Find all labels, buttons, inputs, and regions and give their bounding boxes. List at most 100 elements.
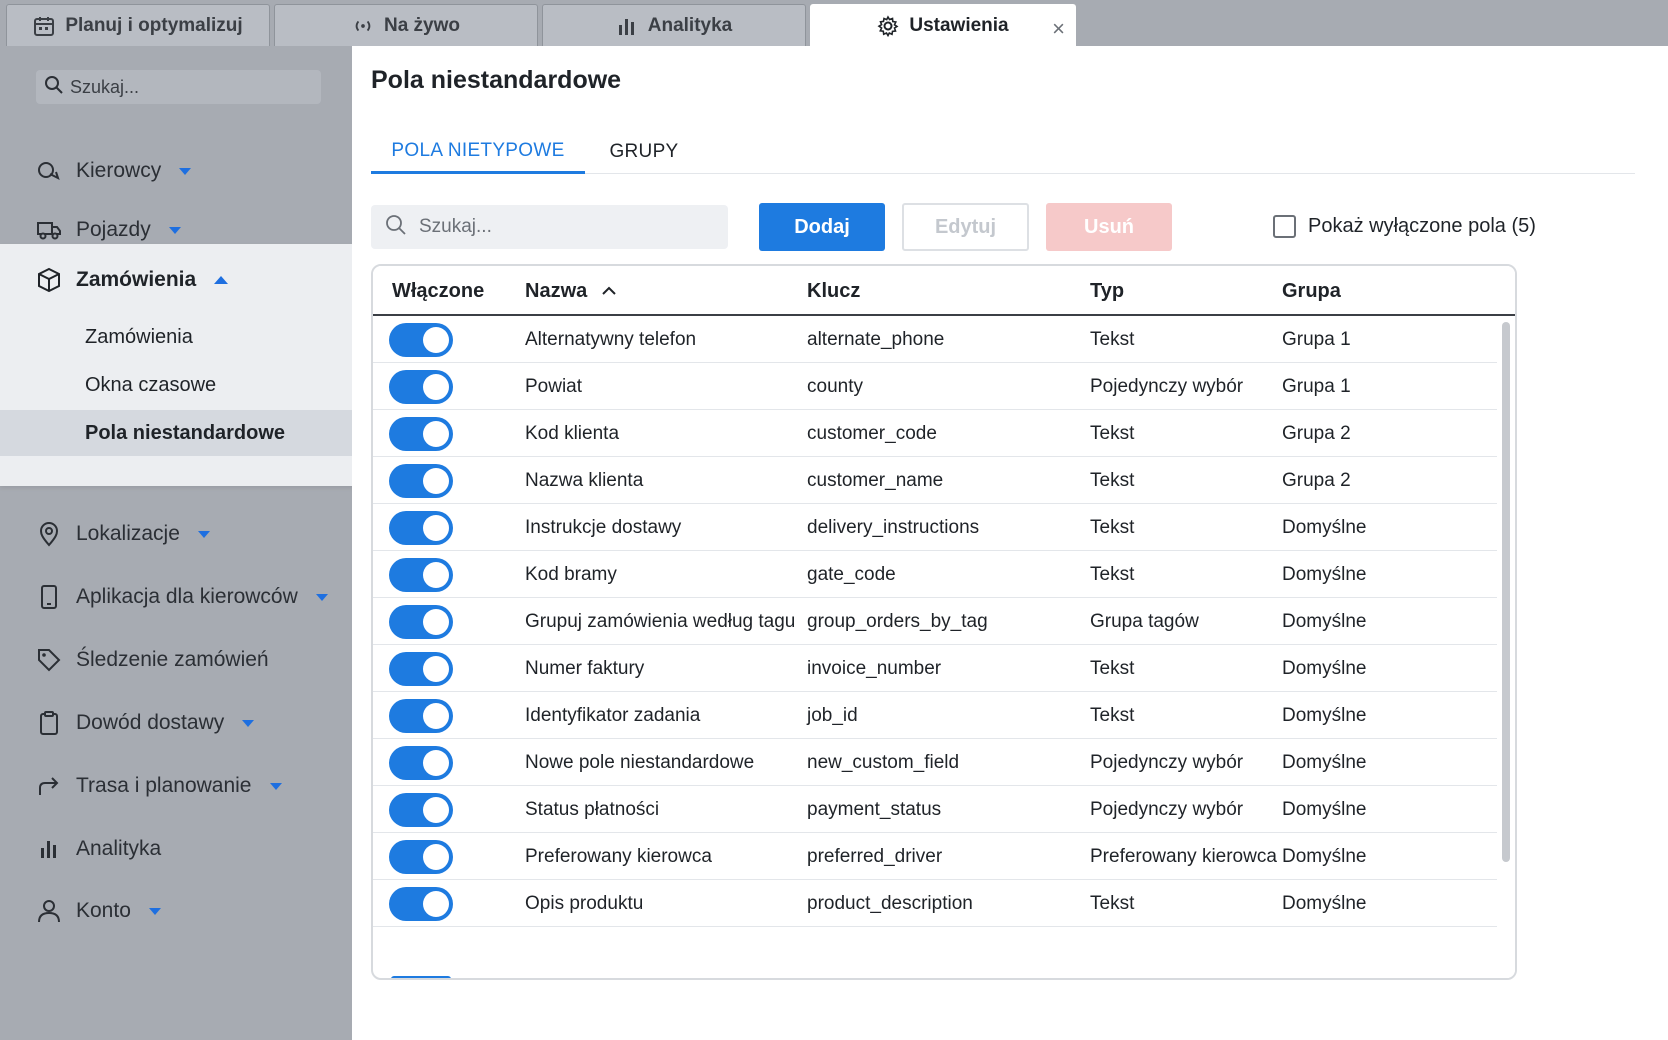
sidebar-item-label: Pojazdy bbox=[76, 218, 151, 241]
sort-ascending-icon[interactable] bbox=[601, 285, 617, 297]
toggle-knob bbox=[423, 326, 449, 353]
subitem-orders[interactable]: Zamówienia bbox=[0, 314, 356, 360]
cell-type: Pojedynczy wybór bbox=[1090, 751, 1244, 773]
header-group[interactable]: Grupa bbox=[1282, 266, 1341, 316]
enabled-toggle[interactable] bbox=[389, 651, 453, 686]
enabled-toggle[interactable] bbox=[389, 557, 453, 592]
tab-plan-optimize[interactable]: Planuj i optymalizuj bbox=[6, 4, 270, 46]
enabled-toggle[interactable] bbox=[389, 510, 453, 545]
enabled-toggle[interactable] bbox=[389, 322, 453, 357]
cell-group: Domyślne bbox=[1282, 845, 1367, 867]
cell-group: Domyślne bbox=[1282, 563, 1367, 585]
cell-group: Domyślne bbox=[1282, 516, 1367, 538]
sidebar-item-label: Zamówienia bbox=[76, 268, 197, 291]
sidebar-item-orders[interactable]: Zamówienia bbox=[0, 260, 352, 300]
edit-button[interactable]: Edytuj bbox=[902, 203, 1029, 251]
show-disabled-checkbox[interactable] bbox=[1273, 215, 1296, 238]
enabled-toggle[interactable] bbox=[389, 792, 453, 827]
sidebar-item-drivers[interactable]: Kierowcy bbox=[0, 151, 352, 191]
toggle-knob bbox=[423, 373, 449, 400]
close-tab-icon[interactable]: × bbox=[1052, 16, 1065, 42]
tab-custom-fields[interactable]: POLA NIETYPOWE bbox=[371, 130, 585, 174]
table-row[interactable]: Numer faktury invoice_number Tekst Domyślne bbox=[373, 645, 1497, 692]
enabled-toggle[interactable] bbox=[389, 886, 453, 921]
broadcast-icon bbox=[352, 15, 374, 37]
cell-group: Domyślne bbox=[1282, 751, 1367, 773]
cell-key: preferred_driver bbox=[807, 845, 943, 867]
cell-type: Grupa tagów bbox=[1090, 610, 1199, 632]
table-row[interactable]: Alternatywny telefon alternate_phone Tekst… bbox=[373, 316, 1497, 363]
tab-analytics[interactable]: Analityka bbox=[542, 4, 806, 46]
chevron-up-icon bbox=[214, 276, 229, 284]
delete-button[interactable]: Usuń bbox=[1046, 203, 1172, 251]
cell-group: Grupa 2 bbox=[1282, 469, 1351, 491]
toggle-knob bbox=[423, 561, 449, 588]
sidebar-search-input[interactable] bbox=[70, 76, 310, 98]
table-row[interactable]: Instrukcje dostawy delivery_instructions T… bbox=[373, 504, 1497, 551]
cell-type: Tekst bbox=[1090, 657, 1135, 679]
sidebar-item-label: Dowód dostawy bbox=[76, 711, 225, 734]
sidebar-item-locations[interactable]: Lokalizacje bbox=[0, 514, 352, 554]
enabled-toggle[interactable] bbox=[389, 463, 453, 498]
sidebar-item-account[interactable]: Konto bbox=[0, 891, 352, 931]
table-row[interactable]: Kod bramy gate_code Tekst Domyślne bbox=[373, 551, 1497, 598]
toggle-knob bbox=[423, 467, 449, 494]
table-row[interactable]: Nazwa klienta customer_name Tekst Grupa 2 bbox=[373, 457, 1497, 504]
sidebar-search[interactable] bbox=[36, 70, 321, 104]
enabled-toggle[interactable] bbox=[389, 604, 453, 639]
table-row[interactable]: Identyfikator zadania job_id Tekst Domyślne bbox=[373, 692, 1497, 739]
table-row[interactable]: Powiat county Pojedynczy wybór Grupa 1 bbox=[373, 363, 1497, 410]
enabled-toggle[interactable] bbox=[389, 369, 453, 404]
map-pin-icon bbox=[36, 521, 62, 547]
chevron-down-icon bbox=[315, 593, 328, 601]
sidebar-item-driver-app[interactable]: Aplikacja dla kierowców bbox=[0, 577, 352, 617]
subitem-custom-fields[interactable]: Pola niestandardowe bbox=[0, 410, 356, 456]
sidebar-item-label: Śledzenie zamówień bbox=[76, 648, 269, 671]
tab-settings[interactable]: Ustawienia × bbox=[810, 4, 1076, 46]
enabled-toggle[interactable] bbox=[389, 839, 453, 874]
fields-search-input[interactable] bbox=[419, 216, 719, 238]
cell-name: Alternatywny telefon bbox=[525, 328, 697, 350]
sidebar-item-analytics[interactable]: Analityka bbox=[0, 829, 352, 869]
scrollbar-thumb[interactable] bbox=[1502, 322, 1510, 862]
enabled-toggle[interactable] bbox=[389, 698, 453, 733]
sidebar-item-label: Lokalizacje bbox=[76, 522, 180, 545]
header-type[interactable]: Typ bbox=[1090, 266, 1124, 316]
header-enabled[interactable]: Włączone bbox=[392, 266, 484, 316]
cell-key: new_custom_field bbox=[807, 751, 960, 773]
table-row[interactable]: Nowe pole niestandardowe new_custom_field… bbox=[373, 739, 1497, 786]
add-button[interactable]: Dodaj bbox=[759, 203, 885, 251]
table-row[interactable]: Preferowany kierowca preferred_driver Pref… bbox=[373, 833, 1497, 880]
toggle-knob bbox=[423, 843, 449, 870]
toggle-knob bbox=[423, 608, 449, 635]
sidebar-item-route-planning[interactable]: Trasa i planowanie bbox=[0, 766, 352, 806]
enabled-toggle[interactable] bbox=[389, 416, 453, 451]
tab-live[interactable]: Na żywo bbox=[274, 4, 538, 46]
fields-search[interactable] bbox=[371, 205, 728, 249]
cell-name: Powiat bbox=[525, 375, 583, 397]
header-key[interactable]: Klucz bbox=[807, 266, 860, 316]
cell-key: payment_status bbox=[807, 798, 942, 820]
subitem-time-windows[interactable]: Okna czasowe bbox=[0, 362, 356, 408]
show-disabled-toggle[interactable]: Pokaż wyłączone pola (5) bbox=[1273, 215, 1536, 238]
sidebar-item-proof-of-delivery[interactable]: Dowód dostawy bbox=[0, 703, 352, 743]
sidebar-item-label: Trasa i planowanie bbox=[76, 774, 252, 797]
table-row[interactable]: Status płatności payment_status Pojedynczy… bbox=[373, 786, 1497, 833]
cell-key: gate_code bbox=[807, 563, 896, 585]
table-header: Włączone Nazwa Klucz Typ Grupa bbox=[373, 266, 1515, 316]
enabled-toggle[interactable] bbox=[389, 745, 453, 780]
sidebar-item-label: Aplikacja dla kierowców bbox=[76, 585, 298, 608]
cell-name: Opis produktu bbox=[525, 892, 644, 914]
table-row[interactable]: Kod klienta customer_code Tekst Grupa 2 bbox=[373, 410, 1497, 457]
sidebar-item-order-tracking[interactable]: Śledzenie zamówień bbox=[0, 640, 352, 680]
table-row[interactable]: Grupuj zamówienia według tagu group_order… bbox=[373, 598, 1497, 645]
cell-type: Tekst bbox=[1090, 563, 1135, 585]
table-row[interactable]: Opis produktu product_description Tekst Dom… bbox=[373, 880, 1497, 927]
tab-groups[interactable]: GRUPY bbox=[585, 130, 703, 174]
header-name[interactable]: Nazwa bbox=[525, 266, 617, 316]
phone-icon bbox=[36, 584, 62, 610]
calendar-icon bbox=[33, 15, 55, 37]
cell-key: invoice_number bbox=[807, 657, 942, 679]
scrollbar[interactable] bbox=[1497, 316, 1515, 978]
orders-section-expanded: Zamówienia Zamówienia Okna czasowe Pola … bbox=[0, 244, 356, 486]
